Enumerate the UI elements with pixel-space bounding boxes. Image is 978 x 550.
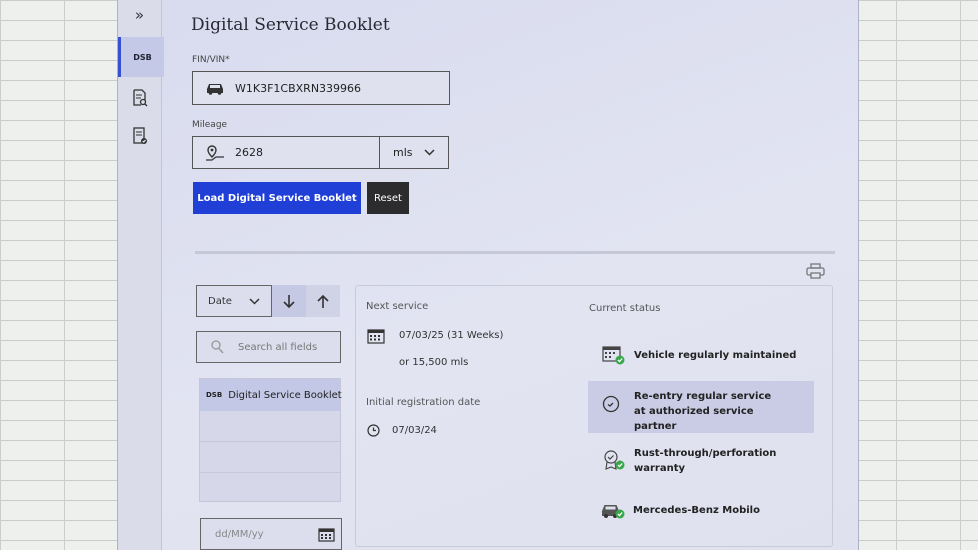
date-placeholder: dd/MM/yy: [215, 528, 264, 540]
status-item: Rust-through/perforation warranty: [602, 446, 784, 476]
list-item-label: Digital Service Booklet: [228, 389, 342, 401]
search-field[interactable]: Search all fields: [196, 331, 341, 363]
vin-label: FIN/VIN*: [192, 55, 230, 65]
list-row-empty: [200, 411, 340, 442]
status-label: Vehicle regularly maintained: [634, 349, 797, 361]
list-item[interactable]: DSB Digital Service Booklet: [200, 379, 342, 411]
mileage-label: Mileage: [192, 120, 228, 130]
sort-select[interactable]: Date: [196, 285, 272, 317]
mileage-field[interactable]: 2628: [192, 136, 380, 169]
clock-icon: [602, 395, 620, 413]
chevron-down-icon: [249, 297, 260, 305]
search-placeholder: Search all fields: [238, 341, 318, 353]
mileage-value: 2628: [235, 146, 263, 159]
unit-value: mls: [393, 146, 413, 159]
next-service-label: Next service: [366, 301, 429, 312]
page-title: Digital Service Booklet: [191, 15, 390, 35]
next-service-mileage: or 15,500 mls: [399, 357, 469, 368]
vin-value: W1K3F1CBXRN339966: [235, 81, 362, 95]
status-label: Rust-through/perforation warranty: [634, 448, 777, 474]
status-label: Re-entry regular service at authorized s…: [634, 391, 772, 432]
map-pin-icon: [205, 144, 225, 161]
calendar-check-icon: [602, 345, 626, 365]
section-divider: [195, 251, 835, 254]
status-label: Mercedes-Benz Mobilo: [633, 504, 760, 516]
side-rail: » DSB: [118, 0, 164, 550]
vin-field[interactable]: W1K3F1CBXRN339966: [192, 71, 450, 105]
reset-button[interactable]: Reset: [367, 182, 409, 214]
car-icon: [205, 81, 225, 95]
load-booklet-button[interactable]: Load Digital Service Booklet: [193, 182, 361, 214]
calendar-icon[interactable]: [318, 527, 335, 542]
car-check-icon: [601, 500, 625, 520]
search-icon: [211, 340, 224, 354]
arrow-down-icon: [283, 294, 295, 309]
sort-descending-button[interactable]: [272, 285, 306, 317]
sort-value: Date: [208, 295, 232, 307]
date-field[interactable]: dd/MM/yy: [200, 518, 342, 550]
badge-check-icon: [602, 449, 626, 471]
sort-ascending-button[interactable]: [306, 285, 340, 317]
expand-rail-icon[interactable]: »: [118, 2, 161, 28]
current-status-label: Current status: [589, 303, 661, 314]
clock-icon: [367, 422, 380, 441]
booklet-list: DSB Digital Service Booklet: [199, 378, 342, 502]
next-service-date: 07/03/25 (31 Weeks): [399, 330, 504, 341]
status-item: Re-entry regular service at authorized s…: [602, 389, 784, 434]
list-item-tag: DSB: [206, 391, 223, 399]
booklet-check-icon[interactable]: [118, 124, 161, 148]
status-item: Mercedes-Benz Mobilo: [601, 500, 760, 520]
chevron-down-icon: [424, 149, 435, 156]
initial-registration-label: Initial registration date: [366, 397, 481, 408]
document-search-icon[interactable]: [118, 86, 161, 110]
initial-registration-date: 07/03/24: [392, 425, 437, 436]
unit-select[interactable]: mls: [379, 136, 449, 169]
list-row-empty: [200, 442, 340, 473]
print-icon[interactable]: [806, 263, 825, 283]
status-item: Vehicle regularly maintained: [602, 345, 796, 365]
rail-item-dsb[interactable]: DSB: [118, 37, 164, 77]
calendar-icon: [367, 328, 385, 348]
arrow-up-icon: [317, 294, 329, 309]
